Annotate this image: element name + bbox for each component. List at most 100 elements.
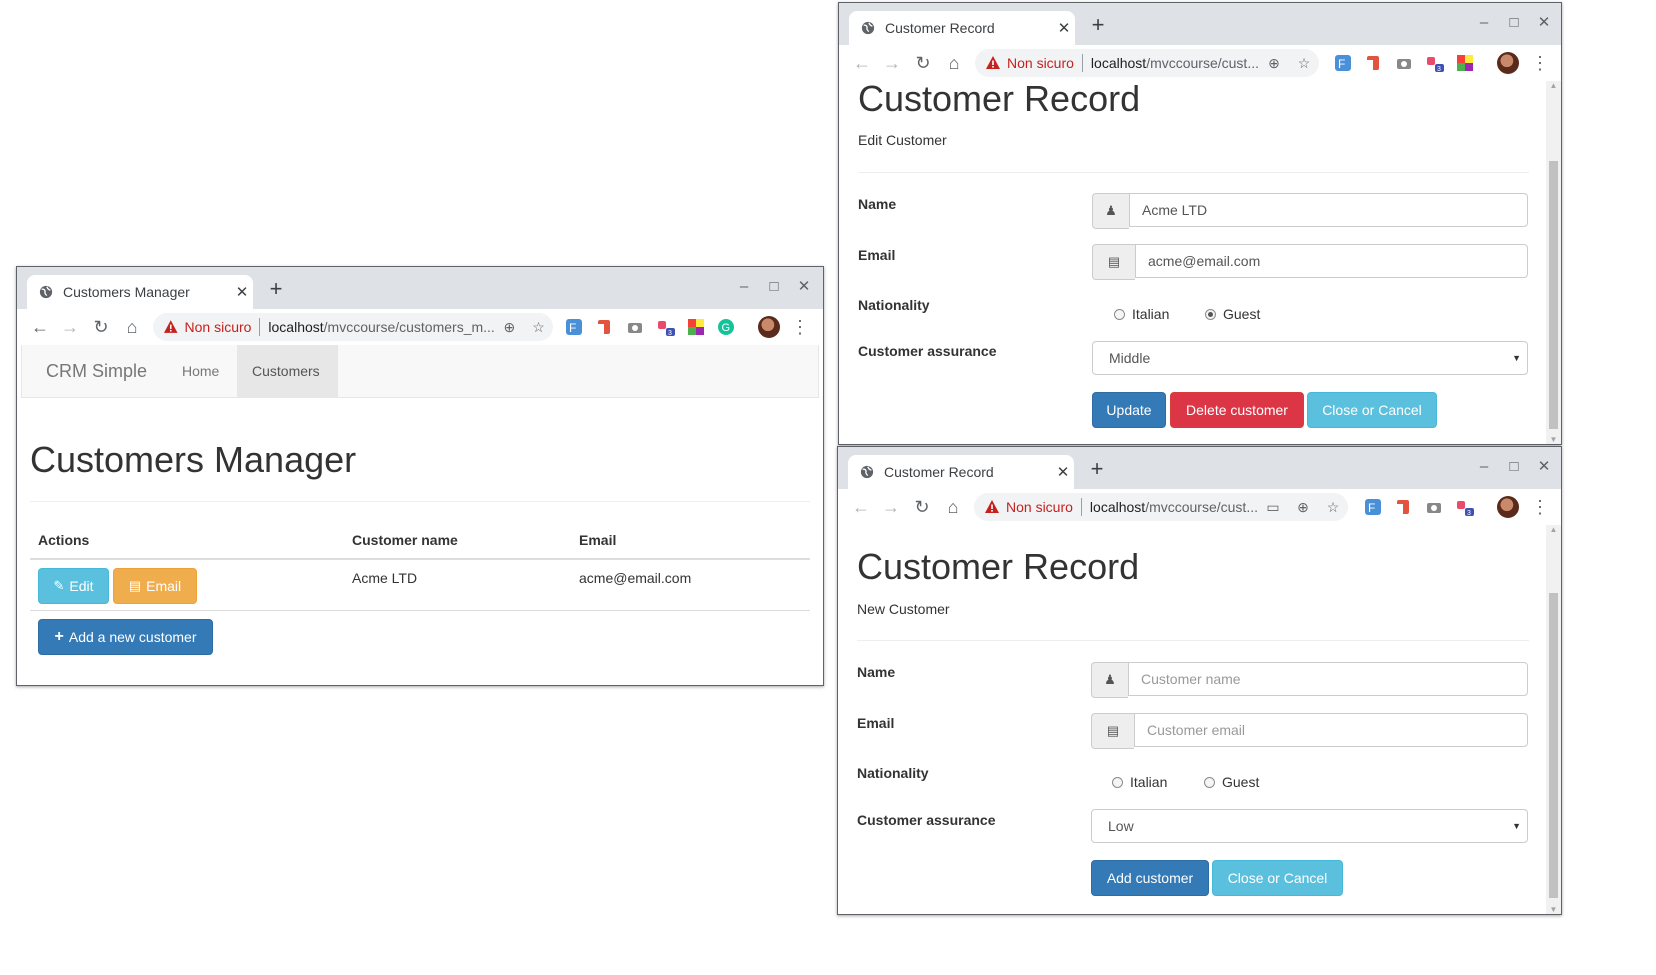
camera-icon[interactable] — [626, 318, 644, 336]
scroll-up-icon[interactable]: ▲ — [1546, 81, 1561, 90]
zoom-icon[interactable]: ⊕ — [1259, 55, 1289, 72]
address-bar[interactable]: Non sicuro localhost/mvccourse/cust... ⊕… — [975, 49, 1319, 77]
camera-icon[interactable] — [1395, 54, 1413, 72]
name-field[interactable]: Customer name — [1128, 662, 1528, 696]
address-bar[interactable]: Non sicuro localhost/mvccourse/cust... ▭… — [974, 493, 1348, 521]
reader-mode-icon[interactable]: ▭ — [1258, 499, 1288, 516]
grammarly-icon[interactable]: G — [717, 318, 735, 336]
extension-badge-icon[interactable]: 3 — [657, 318, 675, 336]
email-label: Email — [858, 247, 896, 263]
minimize-button[interactable]: – — [734, 279, 754, 295]
camera-icon[interactable] — [1425, 498, 1443, 516]
tab-close-icon[interactable]: ✕ — [231, 283, 253, 301]
menu-icon[interactable]: ⋮ — [791, 316, 809, 338]
radio-button[interactable] — [1205, 308, 1216, 320]
edit-button[interactable]: ✎ Edit — [38, 568, 109, 604]
add-customer-button[interactable]: + Add a new customer — [38, 619, 213, 655]
email-field[interactable]: acme@email.com — [1135, 244, 1528, 278]
scroll-down-icon[interactable]: ▼ — [1546, 435, 1561, 444]
reload-button[interactable]: ↻ — [912, 52, 934, 74]
bookmark-star-icon[interactable]: ☆ — [1318, 499, 1348, 516]
maximize-button[interactable]: □ — [764, 279, 784, 295]
name-field[interactable]: Acme LTD — [1129, 193, 1528, 227]
radio-button[interactable] — [1204, 776, 1215, 788]
scrollbar-thumb[interactable] — [1549, 593, 1558, 898]
radio-button[interactable] — [1112, 776, 1123, 788]
scroll-down-icon[interactable]: ▼ — [1546, 905, 1561, 914]
forward-button[interactable]: → — [881, 52, 903, 74]
profile-avatar[interactable] — [1497, 52, 1519, 74]
close-cancel-button[interactable]: Close or Cancel — [1212, 860, 1343, 896]
maximize-button[interactable]: □ — [1504, 15, 1524, 31]
bookmark-star-icon[interactable]: ☆ — [524, 319, 553, 336]
scrollbar-thumb[interactable] — [1549, 161, 1558, 429]
minimize-button[interactable]: – — [1474, 15, 1494, 31]
reload-button[interactable]: ↻ — [90, 316, 112, 338]
scroll-up-icon[interactable]: ▲ — [1546, 525, 1561, 534]
reload-button[interactable]: ↻ — [911, 496, 933, 518]
forward-button[interactable]: → — [59, 316, 81, 338]
update-button[interactable]: Update — [1092, 392, 1166, 428]
radio-button[interactable] — [1114, 308, 1125, 320]
minimize-button[interactable]: – — [1474, 459, 1494, 475]
back-button[interactable]: ← — [851, 52, 873, 74]
menu-icon[interactable]: ⋮ — [1531, 496, 1549, 518]
zoom-icon[interactable]: ⊕ — [1288, 499, 1318, 516]
color-palette-icon[interactable] — [1456, 54, 1474, 72]
close-cancel-button[interactable]: Close or Cancel — [1307, 392, 1437, 428]
extension-f-icon[interactable]: F — [1364, 498, 1382, 516]
menu-icon[interactable]: ⋮ — [1531, 52, 1549, 74]
radio-guest[interactable]: Guest — [1204, 774, 1259, 790]
new-tab-button[interactable]: + — [1084, 456, 1110, 482]
maximize-button[interactable]: □ — [1504, 459, 1524, 475]
back-button[interactable]: ← — [850, 496, 872, 518]
delete-customer-button[interactable]: Delete customer — [1170, 392, 1304, 428]
form-subtitle: New Customer — [857, 601, 950, 617]
color-palette-icon[interactable] — [687, 318, 705, 336]
radio-guest[interactable]: Guest — [1205, 306, 1260, 322]
security-label: Non sicuro — [1007, 55, 1074, 71]
close-window-button[interactable]: ✕ — [1534, 15, 1554, 31]
home-button[interactable]: ⌂ — [942, 496, 964, 518]
new-tab-button[interactable]: + — [1085, 12, 1111, 38]
radio-italian[interactable]: Italian — [1112, 774, 1167, 790]
browser-tab[interactable]: Customer Record ✕ — [848, 455, 1074, 489]
scrollbar[interactable]: ▲ ▼ — [1546, 525, 1561, 914]
zoom-icon[interactable]: ⊕ — [495, 319, 524, 336]
close-window-button[interactable]: ✕ — [794, 279, 814, 295]
globe-icon — [860, 465, 874, 479]
close-window-button[interactable]: ✕ — [1534, 459, 1554, 475]
email-field[interactable]: Customer email — [1134, 713, 1528, 747]
column-header-customer-name: Customer name — [352, 532, 458, 548]
browser-tab[interactable]: Customer Record ✕ — [849, 11, 1075, 45]
user-icon: ♟ — [1092, 193, 1129, 229]
home-button[interactable]: ⌂ — [943, 52, 965, 74]
extension-f-icon[interactable]: F — [565, 318, 583, 336]
profile-avatar[interactable] — [1497, 496, 1519, 518]
navbar-brand[interactable]: CRM Simple — [46, 345, 147, 397]
extension-office-icon[interactable] — [1394, 498, 1412, 516]
tab-close-icon[interactable]: ✕ — [1053, 19, 1075, 37]
extension-badge-icon[interactable]: 3 — [1456, 498, 1474, 516]
scrollbar[interactable]: ▲ ▼ — [1546, 81, 1561, 444]
extension-office-icon[interactable] — [1364, 54, 1382, 72]
new-tab-button[interactable]: + — [263, 276, 289, 302]
extension-f-icon[interactable]: F — [1334, 54, 1352, 72]
email-button[interactable]: ▤ Email — [113, 568, 197, 604]
address-bar[interactable]: Non sicuro localhost/mvccourse/customers… — [153, 313, 553, 341]
extension-office-icon[interactable] — [595, 318, 613, 336]
tab-close-icon[interactable]: ✕ — [1052, 463, 1074, 481]
bookmark-star-icon[interactable]: ☆ — [1289, 55, 1319, 72]
assurance-select[interactable]: Low ▼ — [1091, 809, 1528, 843]
radio-italian[interactable]: Italian — [1114, 306, 1169, 322]
browser-tab[interactable]: Customers Manager ✕ — [27, 275, 253, 309]
home-button[interactable]: ⌂ — [121, 316, 143, 338]
assurance-select[interactable]: Middle ▼ — [1092, 341, 1528, 375]
nav-home[interactable]: Home — [167, 345, 234, 397]
extension-badge-icon[interactable]: 3 — [1426, 54, 1444, 72]
forward-button[interactable]: → — [880, 496, 902, 518]
back-button[interactable]: ← — [29, 316, 51, 338]
nav-customers[interactable]: Customers — [237, 345, 338, 397]
add-customer-button[interactable]: Add customer — [1091, 860, 1209, 896]
profile-avatar[interactable] — [758, 316, 780, 338]
